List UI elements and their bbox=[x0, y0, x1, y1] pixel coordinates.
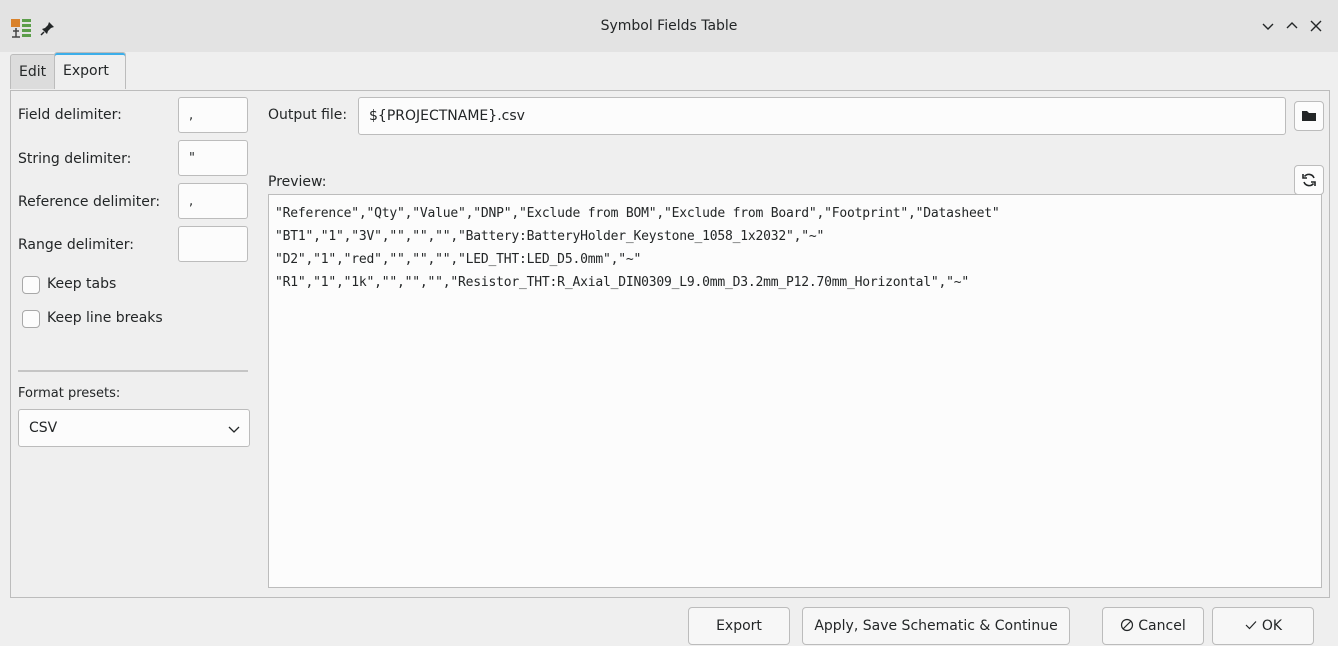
keep-tabs-label: Keep tabs bbox=[47, 276, 117, 292]
tab-bar: Edit Export bbox=[0, 52, 1338, 92]
chevron-down-icon bbox=[228, 426, 240, 433]
divider bbox=[18, 370, 248, 372]
reference-delimiter-input[interactable] bbox=[178, 183, 248, 219]
tab-export[interactable]: Export bbox=[54, 52, 126, 89]
range-delimiter-input[interactable] bbox=[178, 226, 248, 262]
format-presets-select[interactable]: CSV bbox=[18, 409, 250, 447]
ok-button-label: OK bbox=[1261, 618, 1283, 634]
refresh-button[interactable] bbox=[1294, 165, 1324, 195]
folder-icon bbox=[1302, 111, 1316, 121]
cancel-button-label: Cancel bbox=[1138, 618, 1186, 634]
apply-button-label: Apply, Save Schematic & Continue bbox=[814, 618, 1058, 634]
tab-edit[interactable]: Edit bbox=[10, 54, 56, 89]
preview-label: Preview: bbox=[268, 174, 327, 190]
export-button[interactable]: Export bbox=[688, 607, 790, 645]
preview-text[interactable]: "Reference","Qty","Value","DNP","Exclude… bbox=[268, 194, 1322, 588]
export-button-label: Export bbox=[716, 618, 762, 634]
keep-tabs-box[interactable] bbox=[22, 276, 40, 294]
window-title: Symbol Fields Table bbox=[600, 18, 738, 34]
keep-line-breaks-box[interactable] bbox=[22, 310, 40, 328]
preview-line: "D2","1","red","","","","LED_THT:LED_D5.… bbox=[275, 252, 642, 267]
chevron-up-icon[interactable] bbox=[1284, 18, 1300, 34]
field-delimiter-input[interactable] bbox=[178, 97, 248, 133]
chevron-down-icon[interactable] bbox=[1260, 18, 1276, 34]
string-delimiter-input[interactable] bbox=[178, 140, 248, 176]
ok-button[interactable]: OK bbox=[1212, 607, 1314, 645]
cancel-icon bbox=[1121, 618, 1134, 632]
browse-button[interactable] bbox=[1294, 101, 1324, 131]
range-delimiter-label: Range delimiter: bbox=[18, 237, 134, 253]
refresh-icon bbox=[1302, 173, 1316, 187]
check-icon bbox=[1245, 621, 1257, 630]
apply-save-continue-button[interactable]: Apply, Save Schematic & Continue bbox=[802, 607, 1070, 645]
title-bar: Symbol Fields Table bbox=[0, 0, 1338, 52]
preview-line: "Reference","Qty","Value","DNP","Exclude… bbox=[275, 206, 1000, 221]
field-delimiter-label: Field delimiter: bbox=[18, 107, 122, 123]
keep-line-breaks-label: Keep line breaks bbox=[47, 310, 163, 326]
output-file-input[interactable] bbox=[358, 97, 1286, 135]
reference-delimiter-label: Reference delimiter: bbox=[18, 194, 161, 210]
string-delimiter-label: String delimiter: bbox=[18, 151, 132, 167]
output-file-label: Output file: bbox=[268, 107, 348, 123]
close-icon[interactable] bbox=[1308, 18, 1324, 34]
format-presets-value: CSV bbox=[29, 420, 58, 436]
preview-line: "R1","1","1k","","","","Resistor_THT:R_A… bbox=[275, 275, 970, 290]
format-presets-label: Format presets: bbox=[18, 386, 121, 401]
cancel-button[interactable]: Cancel bbox=[1102, 607, 1204, 645]
preview-line: "BT1","1","3V","","","","Battery:Battery… bbox=[275, 229, 825, 244]
